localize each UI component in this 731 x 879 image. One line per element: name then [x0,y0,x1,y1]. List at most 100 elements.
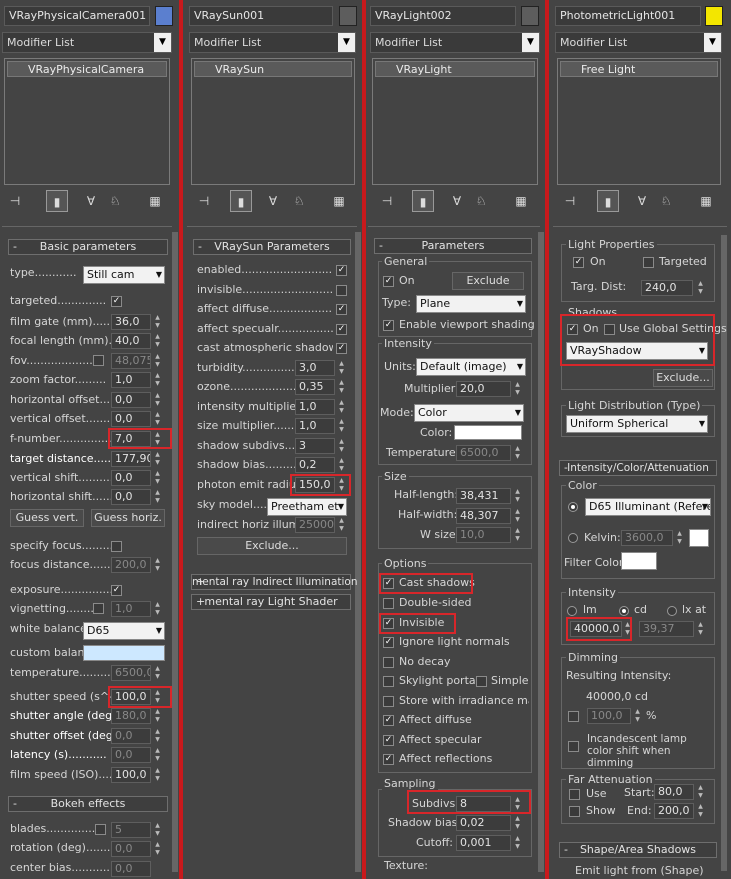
modifier-list-dropdown[interactable]: Modifier List ▼ [555,32,722,53]
remove-modifier-icon[interactable]: ♘ [470,190,492,212]
show-end-result-icon[interactable]: ▮ [597,190,619,212]
double-sided-checkbox[interactable] [383,598,394,609]
specify-focus-checkbox[interactable] [111,541,122,552]
illuminant-dropdown[interactable]: D65 Illuminant (Refere ▼ [585,498,711,516]
camera-type-dropdown[interactable]: Still cam ▼ [83,266,165,284]
spinner-arrows-icon[interactable]: ▲ ▼ [153,411,162,427]
show-end-result-icon[interactable]: ▮ [412,190,434,212]
object-color-swatch[interactable] [155,6,173,26]
spinner-arrows-icon[interactable]: ▲ ▼ [153,314,162,330]
w-size-spinner[interactable]: 10,0 [456,527,511,543]
exposure-checkbox[interactable]: ✓ [111,585,122,596]
rollout-shape-area-shadows[interactable]: - Shape/Area Shadows [559,842,717,858]
vertical-offset-spinner[interactable]: 0,0 [111,411,151,427]
store-irradiance-checkbox[interactable] [383,696,394,707]
rollout-basic-parameters[interactable]: - Basic parameters [8,239,168,255]
shutter-angle-spinner[interactable]: 180,0 [111,708,151,724]
fov-checkbox[interactable] [93,355,104,366]
cd-radio[interactable] [619,606,629,616]
vignetting-checkbox[interactable] [93,603,104,614]
spinner-arrows-icon[interactable]: ▲ ▼ [513,508,522,524]
exclude-button[interactable]: Exclude... [653,369,713,387]
simple-checkbox[interactable] [476,676,487,687]
spinner-arrows-icon[interactable]: ▲ ▼ [153,665,162,681]
light-on-checkbox[interactable]: ✓ [573,257,584,268]
spinner-arrows-icon[interactable]: ▲ ▼ [337,360,346,376]
spinner-arrows-icon[interactable]: ▲ ▼ [153,372,162,388]
spinner-arrows-icon[interactable]: ▲ ▼ [153,822,162,838]
make-unique-icon[interactable]: ∀ [446,190,468,212]
horizontal-shift-spinner[interactable]: 0,0 [111,489,151,505]
exclude-button[interactable]: Exclude... [197,537,347,555]
enable-viewport-shading-checkbox[interactable]: ✓ [383,320,394,331]
custom-balance-color-swatch[interactable] [83,645,165,661]
affect-reflections-checkbox[interactable]: ✓ [383,754,394,765]
spinner-arrows-icon[interactable]: ▲ ▼ [337,379,346,395]
white-balance-dropdown[interactable]: D65 ▼ [83,622,165,640]
sky-model-dropdown[interactable]: Preetham et ▼ [267,498,347,516]
shadow-bias-spinner[interactable]: 0,2 [295,457,335,473]
size-multiplier-spinner[interactable]: 1,0 [295,418,335,434]
remove-modifier-icon[interactable]: ♘ [288,190,310,212]
pin-stack-icon[interactable]: ⊣ [376,190,398,212]
illuminant-radio[interactable] [568,502,578,512]
stack-item[interactable]: VRayLight [375,61,535,77]
affect-specular-checkbox[interactable]: ✓ [383,735,394,746]
vertical-shift-spinner[interactable]: 0,0 [111,470,151,486]
spinner-arrows-icon[interactable]: ▲ ▼ [633,708,642,724]
incandescent-checkbox[interactable] [568,741,579,752]
rollout-vraysun-parameters[interactable]: - VRaySun Parameters [193,239,351,255]
spinner-arrows-icon[interactable]: ▲ ▼ [153,333,162,349]
remove-modifier-icon[interactable]: ♘ [104,190,126,212]
kelvin-radio[interactable] [568,533,578,543]
configure-sets-icon[interactable]: ▦ [144,190,166,212]
scrollbar[interactable] [355,232,361,872]
object-color-swatch[interactable] [705,6,723,26]
skylight-portal-checkbox[interactable] [383,676,394,687]
spinner-arrows-icon[interactable]: ▲ ▼ [153,451,162,467]
spinner-arrows-icon[interactable]: ▲ ▼ [153,728,162,744]
fov-spinner[interactable]: 48,075 [111,353,151,369]
object-name-field[interactable]: VRaySun001 [189,6,333,26]
focal-length-spinner[interactable]: 40,0 [111,333,151,349]
multiplier-spinner[interactable]: 20,0 [456,381,511,397]
spinner-arrows-icon[interactable]: ▲ ▼ [696,280,705,296]
temperature-spinner[interactable]: 6500,0 [111,665,151,681]
blades-spinner[interactable]: 5 [111,822,151,838]
kelvin-spinner[interactable]: 3600,0 [621,530,673,546]
affect-specular-checkbox[interactable]: ✓ [336,324,347,335]
shadow-subdivs-spinner[interactable]: 3 [295,438,335,454]
pin-stack-icon[interactable]: ⊣ [4,190,26,212]
focus-distance-spinner[interactable]: 200,0 [111,557,151,573]
spinner-arrows-icon[interactable]: ▲ ▼ [153,601,162,617]
spinner-arrows-icon[interactable]: ▲ ▼ [696,621,705,637]
modifier-list-dropdown[interactable]: Modifier List ▼ [189,32,356,53]
spinner-arrows-icon[interactable]: ▲ ▼ [513,445,522,461]
lx-distance-spinner[interactable]: 39,37 [639,621,694,637]
spinner-arrows-icon[interactable]: ▲ ▼ [337,457,346,473]
scrollbar[interactable] [172,232,178,872]
spinner-arrows-icon[interactable]: ▲ ▼ [153,489,162,505]
light-type-dropdown[interactable]: Plane ▼ [416,295,526,313]
turbidity-spinner[interactable]: 3,0 [295,360,335,376]
start-spinner[interactable]: 80,0 [654,784,694,800]
target-distance-spinner[interactable]: 177,90 [111,451,151,467]
temperature-spinner[interactable]: 6500,0 [456,445,511,461]
no-decay-checkbox[interactable] [383,657,394,668]
targeted-checkbox[interactable] [643,257,654,268]
use-checkbox[interactable] [569,789,580,800]
rotation-spinner[interactable]: 0,0 [111,841,151,857]
ignore-light-normals-checkbox[interactable]: ✓ [383,637,394,648]
film-speed-spinner[interactable]: 100,0 [111,767,151,783]
spinner-arrows-icon[interactable]: ▲ ▼ [153,708,162,724]
show-end-result-icon[interactable]: ▮ [230,190,252,212]
rollout-mental-ray-indirect[interactable]: + mental ray Indirect Illumination [191,574,358,590]
spinner-arrows-icon[interactable]: ▲ ▼ [513,488,522,504]
light-distribution-dropdown[interactable]: Uniform Spherical ▼ [566,415,708,433]
cutoff-spinner[interactable]: 0,001 [456,835,511,851]
affect-diffuse-checkbox[interactable]: ✓ [383,715,394,726]
modifier-list-dropdown[interactable]: Modifier List ▼ [2,32,172,53]
light-color-swatch[interactable] [454,425,522,440]
pin-stack-icon[interactable]: ⊣ [193,190,215,212]
affect-diffuse-checkbox[interactable]: ✓ [336,304,347,315]
